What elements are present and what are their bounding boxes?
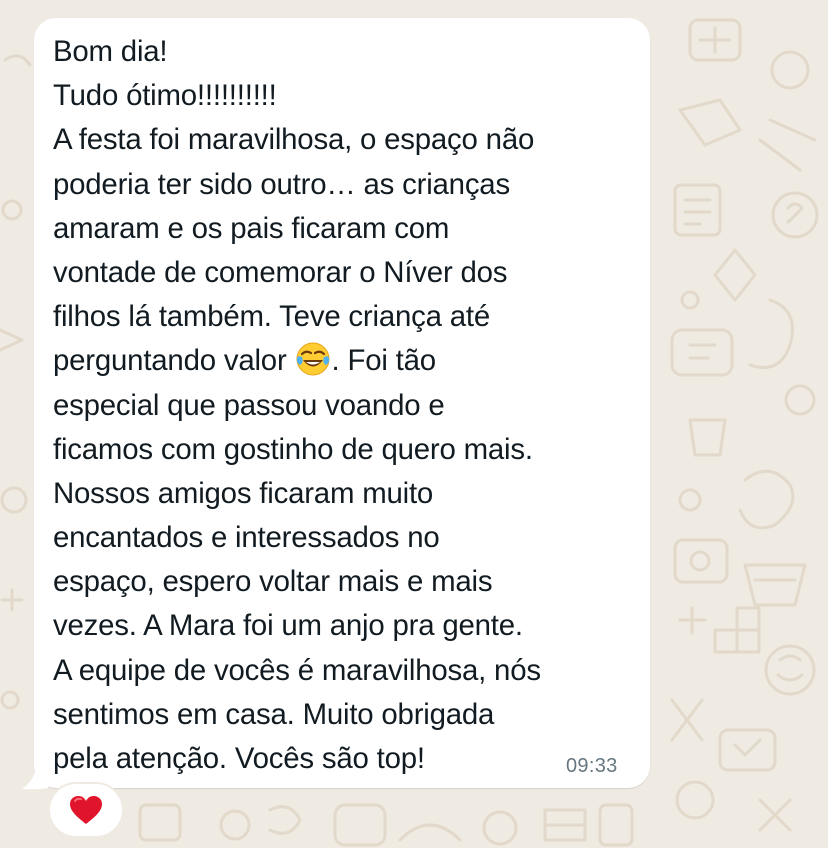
message-line: A equipe de vocês é maravilhosa, nós bbox=[53, 653, 541, 687]
message-line: A festa foi maravilhosa, o espaço não bbox=[53, 123, 535, 157]
message-timestamp: 09:33 bbox=[566, 755, 618, 777]
message-line: Bom dia! bbox=[53, 35, 168, 68]
red-heart-icon bbox=[70, 796, 102, 824]
message-line: encantados e interessados no bbox=[53, 521, 440, 555]
message-line-after-emoji: . Foi tão bbox=[331, 344, 437, 378]
message-line: Nossos amigos ficaram muito bbox=[53, 476, 434, 510]
message-line: poderia ter sido outro… as crianças bbox=[53, 167, 510, 201]
message-line: Tudo ótimo!!!!!!!!!! bbox=[53, 79, 277, 113]
face-with-tears-of-joy-icon bbox=[296, 342, 330, 376]
message-text: Bom dia! Tudo ótimo!!!!!!!!!! A festa fo… bbox=[53, 30, 643, 781]
message-line: especial que passou voando e bbox=[53, 388, 445, 422]
bubble-tail bbox=[22, 760, 48, 790]
reaction-badge[interactable] bbox=[50, 784, 122, 836]
message-line: vontade de comemorar o Níver dos bbox=[53, 255, 508, 289]
message-line: filhos lá também. Teve criança até bbox=[53, 300, 491, 334]
message-line-before-emoji: perguntando valor bbox=[53, 344, 287, 378]
message-line: sentimos em casa. Muito obrigada bbox=[53, 697, 495, 731]
message-line: vezes. A Mara foi um anjo pra gente. bbox=[53, 609, 523, 643]
message-line: amaram e os pais ficaram com bbox=[53, 211, 450, 245]
message-line: pela atenção. Vocês são top! bbox=[53, 742, 425, 775]
message-line: perguntando valor . Foi tão bbox=[53, 339, 643, 383]
message-line: espaço, espero voltar mais e mais bbox=[53, 565, 493, 599]
message-line: ficamos com gostinho de quero mais. bbox=[53, 432, 533, 466]
